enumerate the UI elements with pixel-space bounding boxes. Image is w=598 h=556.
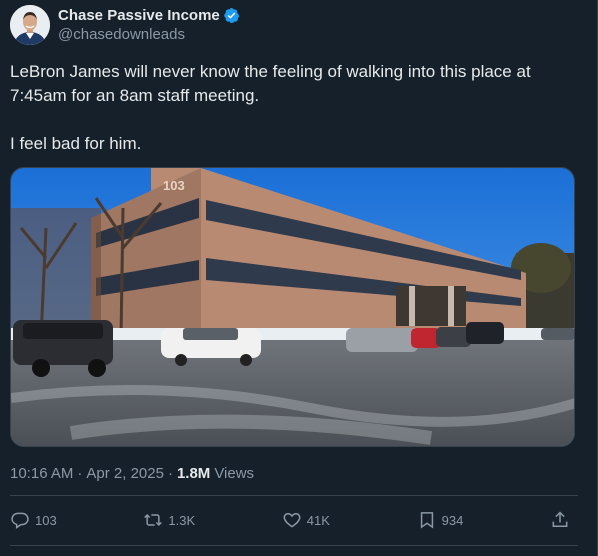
- verified-badge-icon: [224, 8, 240, 24]
- reply-button[interactable]: 103: [10, 510, 57, 530]
- bookmark-count: 934: [441, 512, 464, 528]
- views-label: Views: [214, 465, 255, 482]
- meta-separator: ·: [77, 465, 83, 482]
- office-building-photo: 103: [11, 168, 574, 446]
- views-count[interactable]: 1.8M: [177, 465, 210, 482]
- building-number: 103: [163, 178, 185, 193]
- tweet-header: Chase Passive Income @chasedownleads: [10, 4, 240, 46]
- tweet-text: LeBron James will never know the feeling…: [10, 62, 531, 153]
- author-name[interactable]: Chase Passive Income: [58, 6, 220, 25]
- bookmark-icon: [420, 512, 433, 529]
- reply-icon: [11, 512, 29, 529]
- tweet-time[interactable]: 10:16 AM: [10, 465, 73, 482]
- like-count: 41K: [306, 512, 330, 528]
- tweet-date[interactable]: Apr 2, 2025: [86, 465, 164, 482]
- repost-button[interactable]: 1.3K: [143, 510, 195, 530]
- repost-icon: [144, 513, 163, 527]
- meta-separator: ·: [167, 465, 173, 482]
- avatar-image: [10, 5, 50, 45]
- tweet-meta: 10:16 AM · Apr 2, 2025 · 1.8M Views: [10, 465, 254, 482]
- divider: [10, 495, 578, 496]
- bookmark-button[interactable]: 934: [417, 510, 464, 530]
- repost-count: 1.3K: [168, 512, 196, 528]
- avatar[interactable]: [10, 5, 50, 45]
- share-button[interactable]: [550, 510, 575, 530]
- heart-icon: [283, 512, 301, 528]
- share-icon: [552, 511, 568, 527]
- like-button[interactable]: 41K: [282, 510, 330, 530]
- reply-count: 103: [35, 512, 57, 528]
- author-handle[interactable]: @chasedownleads: [58, 25, 240, 44]
- divider: [10, 545, 578, 546]
- tweet-container: Chase Passive Income @chasedownleads LeB…: [0, 0, 598, 556]
- tweet-image[interactable]: 103: [10, 167, 575, 447]
- action-bar: 103 1.3K 41K 934: [10, 503, 575, 537]
